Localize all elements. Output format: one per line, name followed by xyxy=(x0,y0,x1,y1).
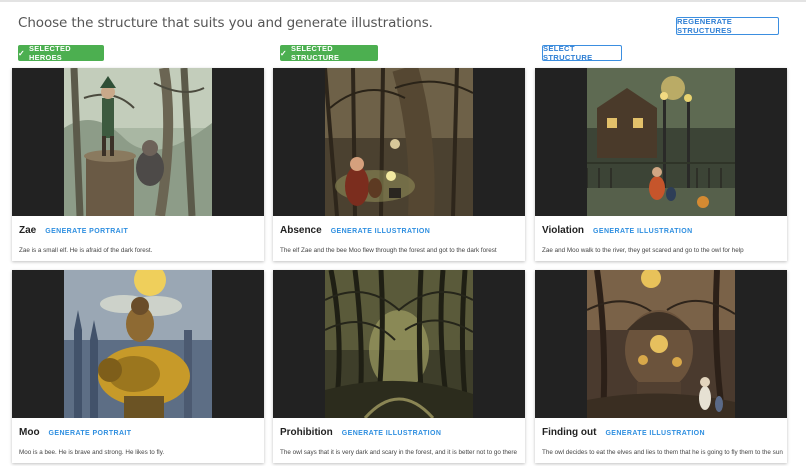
illustration-dark-forest-path xyxy=(325,68,473,216)
generate-portrait-button[interactable]: GENERATE PORTRAIT xyxy=(45,228,128,235)
card-header: Prohibition GENERATE ILLUSTRATION xyxy=(280,427,441,438)
select-structure-button[interactable]: SELECT STRUCTURE xyxy=(542,44,622,62)
card-title: Violation xyxy=(542,225,585,236)
generate-illustration-button[interactable]: GENERATE ILLUSTRATION xyxy=(342,430,442,437)
structure-card-finding-out: Finding out GENERATE ILLUSTRATION The ow… xyxy=(535,270,787,463)
card-header: Finding out GENERATE ILLUSTRATION xyxy=(542,427,705,438)
card-image[interactable] xyxy=(12,68,264,216)
illustration-elf-on-stump xyxy=(64,68,212,216)
generate-illustration-button[interactable]: GENERATE ILLUSTRATION xyxy=(331,228,431,235)
card-description: The owl decides to eat the elves and lie… xyxy=(542,449,783,456)
card-description: The owl says that it is very dark and sc… xyxy=(280,449,517,456)
check-icon: ✓ xyxy=(280,48,288,58)
card-description: Moo is a bee. He is brave and strong. He… xyxy=(19,449,165,456)
hero-card-zae: Zae GENERATE PORTRAIT Zae is a small elf… xyxy=(12,68,264,261)
top-divider xyxy=(0,0,806,2)
card-header: Violation GENERATE ILLUSTRATION xyxy=(542,225,693,236)
card-image[interactable] xyxy=(535,270,787,418)
selected-heroes-label: SELECTED HEROES xyxy=(29,44,71,62)
generate-portrait-button[interactable]: GENERATE PORTRAIT xyxy=(49,430,132,437)
card-title: Prohibition xyxy=(280,427,333,438)
card-description: Zae is a small elf. He is afraid of the … xyxy=(19,247,153,254)
selected-structure-button[interactable]: ✓ SELECTED STRUCTURE xyxy=(280,44,378,62)
card-image[interactable] xyxy=(273,68,525,216)
illustration-twisted-trees xyxy=(325,270,473,418)
card-description: The elf Zae and the bee Moo flew through… xyxy=(280,247,497,254)
card-title: Finding out xyxy=(542,427,597,438)
hero-card-moo: Moo GENERATE PORTRAIT Moo is a bee. He i… xyxy=(12,270,264,463)
selected-heroes-button[interactable]: ✓ SELECTED HEROES xyxy=(18,44,104,62)
illustration-mechanical-bee xyxy=(64,270,212,418)
card-header: Moo GENERATE PORTRAIT xyxy=(19,427,131,438)
generate-illustration-button[interactable]: GENERATE ILLUSTRATION xyxy=(605,430,705,437)
card-description: Zae and Moo walk to the river, they get … xyxy=(542,247,744,254)
regenerate-structures-button[interactable]: REGENERATE STRUCTURES xyxy=(676,17,779,35)
structure-card-prohibition: Prohibition GENERATE ILLUSTRATION The ow… xyxy=(273,270,525,463)
check-icon: ✓ xyxy=(18,48,26,58)
card-header: Zae GENERATE PORTRAIT xyxy=(19,225,128,236)
selected-structure-label: SELECTED STRUCTURE xyxy=(291,44,340,62)
card-image[interactable] xyxy=(273,270,525,418)
structure-card-violation: Violation GENERATE ILLUSTRATION Zae and … xyxy=(535,68,787,261)
generate-illustration-button[interactable]: GENERATE ILLUSTRATION xyxy=(593,228,693,235)
card-header: Absence GENERATE ILLUSTRATION xyxy=(280,225,430,236)
card-title: Absence xyxy=(280,225,322,236)
illustration-steampunk-house xyxy=(587,270,735,418)
card-image[interactable] xyxy=(535,68,787,216)
card-title: Moo xyxy=(19,427,40,438)
illustration-night-street xyxy=(587,68,735,216)
structure-card-absence: Absence GENERATE ILLUSTRATION The elf Za… xyxy=(273,68,525,261)
page-title: Choose the structure that suits you and … xyxy=(18,15,433,31)
card-title: Zae xyxy=(19,225,37,236)
card-image[interactable] xyxy=(12,270,264,418)
